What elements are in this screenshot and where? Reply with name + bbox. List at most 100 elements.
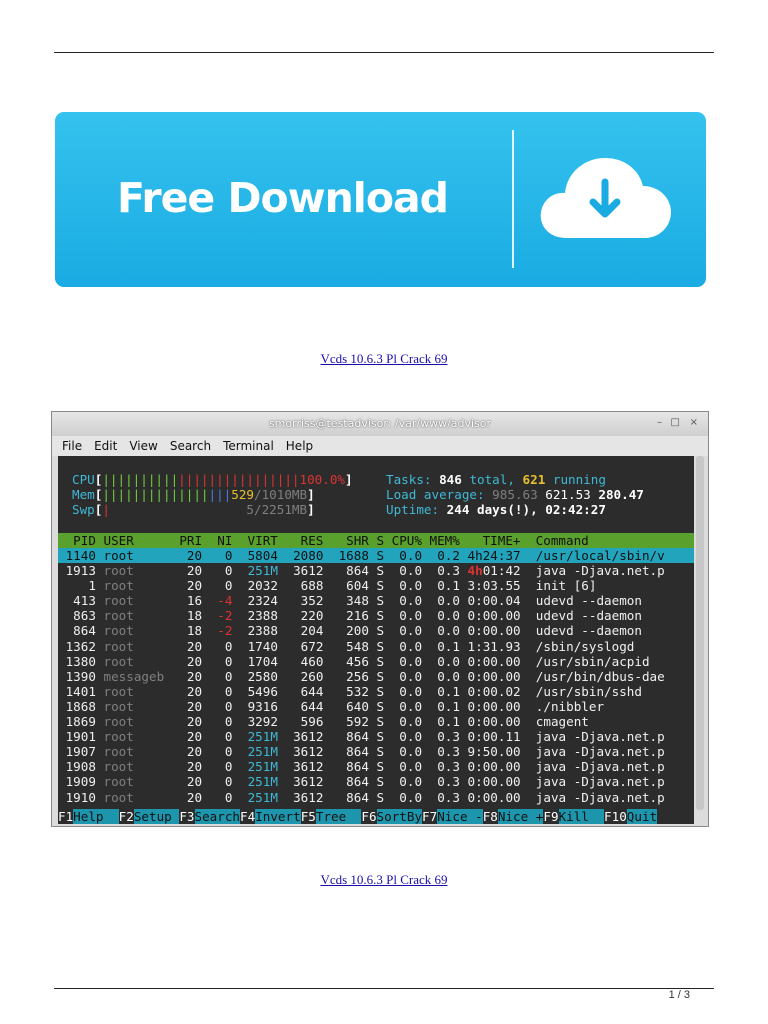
cell-cpu: 0.0 [384, 714, 423, 730]
cell-shr: 864 [323, 774, 369, 790]
cell-mem: 0.3 [422, 774, 460, 790]
cell-s: S [368, 668, 385, 684]
cell-virt: 251M [232, 744, 278, 760]
table-row[interactable]: 1869 root 20 0 3292 596 592 S 0.0 0.1 0:… [58, 714, 694, 729]
cell-mem: 0.0 [422, 623, 460, 639]
fkey-f6[interactable]: F6SortBy [361, 809, 423, 824]
process-table-header[interactable]: PID USER PRI NI VIRT RES SHR S CPU% MEM%… [58, 533, 694, 548]
cpu-value: 100.0% [299, 472, 346, 487]
table-row[interactable]: 863 root 18 -2 2388 220 216 S 0.0 0.0 0:… [58, 608, 694, 623]
cpu-bar-red: |||||||||||||||| [178, 472, 300, 487]
cell-pri: 20 [171, 774, 203, 790]
table-row[interactable]: 1868 root 20 0 9316 644 640 S 0.0 0.1 0:… [58, 699, 694, 714]
fkey-key: F5 [300, 809, 316, 824]
fkey-f5[interactable]: F5Tree [301, 809, 362, 824]
vcds-link-top[interactable]: Vcds 10.6.3 Pl Crack 69 [0, 351, 768, 367]
cell-virt: 251M [232, 774, 278, 790]
vcds-link-bottom[interactable]: Vcds 10.6.3 Pl Crack 69 [0, 872, 768, 888]
table-row[interactable]: 1362 root 20 0 1740 672 548 S 0.0 0.1 1:… [58, 639, 694, 654]
fkey-f9[interactable]: F9Kill [543, 809, 605, 824]
cpu-label: CPU [72, 472, 95, 487]
cell-shr: 604 [323, 578, 369, 594]
terminal-scrollbar[interactable] [696, 456, 704, 810]
table-row[interactable]: 864 root 18 -2 2388 204 200 S 0.0 0.0 0:… [58, 623, 694, 638]
cell-mem: 0.3 [422, 563, 460, 579]
cell-command: init [6] [520, 578, 597, 594]
mem-label: Mem [72, 487, 95, 503]
cell-virt: 2324 [232, 593, 278, 609]
fkey-f4[interactable]: F4Invert [240, 809, 301, 824]
htop-screen[interactable]: CPU[||||||||||||||||||||||||||100.0%] Me… [58, 456, 694, 824]
cell-ni: 0 [202, 563, 233, 579]
cell-s: S [368, 759, 385, 775]
table-row[interactable]: 1909 root 20 0 251M 3612 864 S 0.0 0.3 0… [58, 774, 694, 789]
cell-ni: 0 [202, 729, 233, 745]
fkey-label: SortBy [376, 809, 423, 824]
maximize-icon[interactable]: □ [671, 417, 680, 428]
terminal-titlebar[interactable]: smorriss@testadvisor: /var/www/advisor –… [52, 412, 708, 436]
fkey-key: F9 [543, 809, 559, 824]
cell-virt: 1740 [232, 638, 278, 654]
cell-mem: 0.0 [422, 668, 460, 684]
cell-shr: 640 [323, 698, 369, 714]
cell-time: 0:00.00 [459, 789, 521, 805]
cell-s: S [368, 789, 385, 805]
menu-terminal[interactable]: Terminal [223, 439, 274, 453]
menu-edit[interactable]: Edit [94, 439, 117, 453]
table-row[interactable]: 1913 root 20 0 251M 3612 864 S 0.0 0.3 4… [58, 563, 694, 578]
cell-cpu: 0.0 [384, 623, 423, 639]
cell-res: 220 [277, 608, 324, 624]
table-row[interactable]: 1908 root 20 0 251M 3612 864 S 0.0 0.3 0… [58, 759, 694, 774]
menu-search[interactable]: Search [170, 439, 211, 453]
cell-res: 204 [277, 623, 324, 639]
cell-pid: 1868 [58, 698, 96, 714]
cell-command: /usr/sbin/sshd [520, 683, 642, 699]
fkey-f2[interactable]: F2Setup [119, 809, 180, 824]
menu-file[interactable]: File [62, 439, 82, 453]
cell-mem: 0.1 [422, 714, 460, 730]
table-row[interactable]: 1910 root 20 0 251M 3612 864 S 0.0 0.3 0… [58, 790, 694, 805]
fkey-f1[interactable]: F1Help [58, 809, 119, 824]
table-row[interactable]: 1140 root 20 0 5804 2080 1688 S 0.0 0.2 … [58, 548, 694, 564]
cell-command: java -Djava.net.p [520, 744, 665, 760]
cell-pid: 1907 [58, 744, 96, 760]
menu-help[interactable]: Help [286, 439, 313, 453]
table-row[interactable]: 1390 messageb 20 0 2580 260 256 S 0.0 0.… [58, 669, 694, 684]
table-row[interactable]: 1401 root 20 0 5496 644 532 S 0.0 0.1 0:… [58, 684, 694, 699]
fkey-key: F8 [482, 809, 498, 824]
cell-command: java -Djava.net.p [520, 759, 665, 775]
cell-ni: 0 [202, 789, 233, 805]
cell-virt: 2032 [232, 578, 278, 594]
cell-virt: 1704 [232, 653, 278, 669]
minimize-icon[interactable]: – [657, 417, 662, 428]
cell-command: java -Djava.net.p [520, 563, 665, 579]
fkey-f8[interactable]: F8Nice + [483, 809, 544, 824]
fkey-f10[interactable]: F10Quit [604, 809, 658, 824]
cell-pri: 20 [171, 653, 203, 669]
cell-time: 0:00.00 [459, 759, 521, 775]
table-row[interactable]: 413 root 16 -4 2324 352 348 S 0.0 0.0 0:… [58, 593, 694, 608]
cell-command: ./nibbler [520, 698, 605, 714]
cell-shr: 1688 [323, 548, 369, 563]
fkey-f3[interactable]: F3Search [179, 809, 241, 824]
banner-label: Free Download [117, 174, 449, 222]
table-row[interactable]: 1380 root 20 0 1704 460 456 S 0.0 0.0 0:… [58, 654, 694, 669]
cell-virt: 2388 [232, 608, 278, 624]
table-row[interactable]: 1907 root 20 0 251M 3612 864 S 0.0 0.3 9… [58, 744, 694, 759]
menu-view[interactable]: View [129, 439, 157, 453]
free-download-banner[interactable]: Free Download [55, 112, 706, 287]
fkey-f7[interactable]: F7Nice - [422, 809, 483, 824]
cell-virt: 2388 [232, 623, 278, 639]
cell-user: messageb [95, 668, 172, 684]
cell-virt: 3292 [232, 714, 278, 730]
cell-time: 1:31.93 [459, 638, 521, 654]
cell-res: 3612 [277, 744, 324, 760]
close-icon[interactable]: × [690, 417, 698, 428]
cell-mem: 0.1 [422, 698, 460, 714]
cell-mem: 0.3 [422, 759, 460, 775]
table-row[interactable]: 1901 root 20 0 251M 3612 864 S 0.0 0.3 0… [58, 729, 694, 744]
cell-shr: 864 [323, 563, 369, 579]
cell-s: S [368, 744, 385, 760]
cpu-bar-green: |||||||||| [102, 472, 179, 487]
table-row[interactable]: 1 root 20 0 2032 688 604 S 0.0 0.1 3:03.… [58, 578, 694, 593]
